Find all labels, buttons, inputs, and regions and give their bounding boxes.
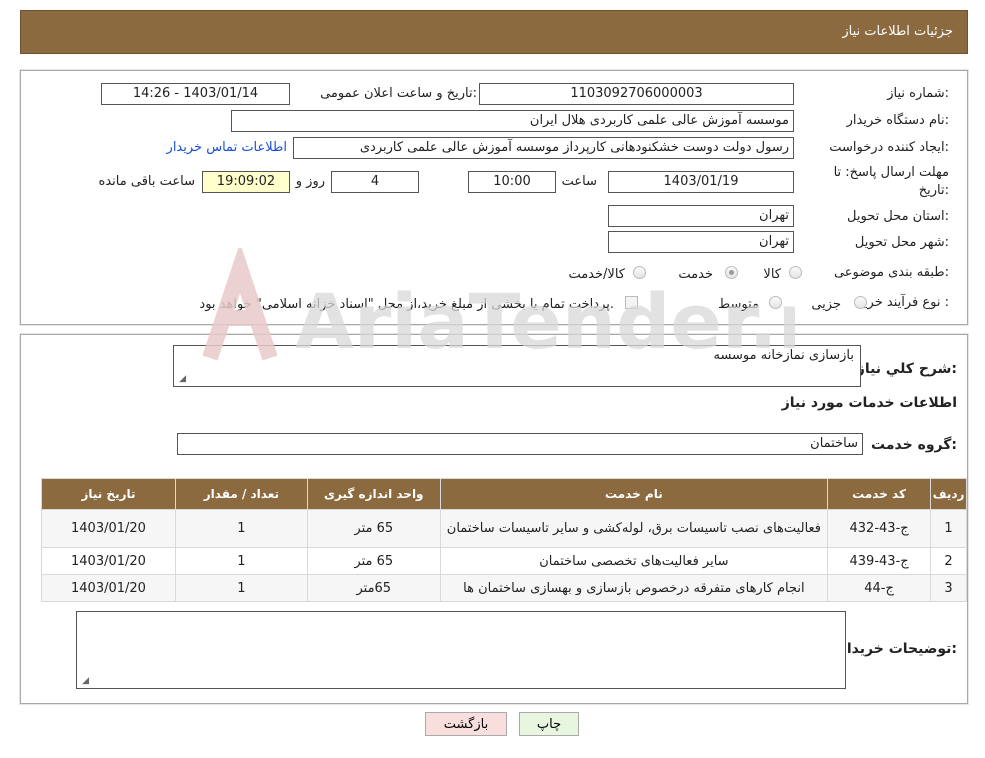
- col-row: ردیف: [930, 478, 967, 510]
- process-small-radio[interactable]: [854, 296, 867, 309]
- buyer-notes-label: توضیحات خریدار:: [838, 641, 957, 657]
- hour-label: ساعت: [561, 174, 597, 189]
- resize-grip-icon[interactable]: ◢: [79, 676, 89, 686]
- cell-unit: 65متر: [306, 574, 441, 602]
- province-label: استان محل تحویل:: [847, 209, 949, 224]
- page-header: جزئیات اطلاعات نیاز: [20, 10, 968, 54]
- need-number-field: 1103092706000003: [479, 83, 794, 105]
- services-title: اطلاعات خدمات مورد نیاز: [781, 395, 957, 411]
- cell-row: 3: [930, 574, 967, 602]
- back-button[interactable]: بازگشت: [425, 712, 507, 736]
- category-both-label: کالا/خدمت: [568, 267, 625, 282]
- payment-note: پرداخت تمام یا بخشی از مبلغ خرید،از محل …: [199, 297, 614, 312]
- category-both-radio[interactable]: [633, 266, 646, 279]
- category-goods-radio[interactable]: [789, 266, 802, 279]
- col-code: کد خدمت: [827, 478, 932, 510]
- remaining-label: ساعت باقی مانده: [98, 174, 195, 189]
- table-row: 3 ج-44 انجام کارهای متفرقه درخصوص بازساز…: [41, 574, 967, 602]
- process-medium-radio[interactable]: [769, 296, 782, 309]
- summary-text: بازسازی نمازخانه موسسه: [713, 348, 854, 363]
- cell-name: انجام کارهای متفرقه درخصوص بازسازی و بهس…: [439, 574, 829, 602]
- creator-field: رسول دولت دوست خشکنودهانی کارپرداز موسسه…: [293, 137, 794, 159]
- days-field: 4: [331, 171, 419, 193]
- cell-qty: 1: [174, 509, 308, 548]
- process-small-label: جزیی: [811, 297, 841, 312]
- service-group-label: گروه خدمت:: [871, 437, 957, 453]
- col-date: تاریخ نیاز: [41, 478, 176, 510]
- buyer-org-label: نام دستگاه خریدار:: [846, 113, 949, 128]
- category-goods-label: کالا: [763, 267, 781, 282]
- resize-grip-icon[interactable]: ◢: [176, 374, 186, 384]
- process-label: نوع فرآیند خرید :: [857, 295, 949, 310]
- print-button[interactable]: چاپ: [519, 712, 579, 736]
- col-qty: تعداد / مقدار: [174, 478, 308, 510]
- cell-row: 2: [930, 547, 967, 575]
- cell-qty: 1: [174, 574, 308, 602]
- page-title: جزئیات اطلاعات نیاز: [842, 24, 953, 39]
- buyer-org-field: موسسه آموزش عالی علمی کاربردی هلال ایران: [231, 110, 794, 132]
- announce-label: تاریخ و ساعت اعلان عمومی:: [320, 86, 477, 101]
- cell-date: 1403/01/20: [41, 574, 176, 602]
- category-service-label: خدمت: [678, 267, 713, 282]
- deadline-date-field: 1403/01/19: [608, 171, 794, 193]
- cell-name: فعالیت‌های نصب تاسیسات برق، لوله‌کشی و س…: [439, 509, 829, 548]
- table-header-row: ردیف کد خدمت نام خدمت واحد اندازه گیری ت…: [41, 478, 967, 510]
- cell-name: سایر فعالیت‌های تخصصی ساختمان: [439, 547, 829, 575]
- cell-row: 1: [930, 509, 967, 548]
- cell-qty: 1: [174, 547, 308, 575]
- cell-code: ج-43-432: [827, 509, 932, 548]
- table-row: 1 ج-43-432 فعالیت‌های نصب تاسیسات برق، ل…: [41, 509, 967, 548]
- summary-label: شرح کلي نياز:: [856, 361, 957, 377]
- buyer-notes-textarea[interactable]: ◢: [76, 611, 846, 689]
- creator-label: ایجاد کننده درخواست:: [829, 140, 949, 155]
- treasury-checkbox[interactable]: [625, 296, 638, 309]
- city-label: شهر محل تحویل:: [854, 235, 949, 250]
- col-name: نام خدمت: [439, 478, 829, 510]
- buyer-contact-link[interactable]: اطلاعات تماس خریدار: [167, 140, 287, 155]
- need-info-panel: شماره نیاز: 1103092706000003 تاریخ و ساع…: [20, 70, 968, 325]
- city-field: تهران: [608, 231, 794, 253]
- remaining-time-field: 19:09:02: [202, 171, 290, 193]
- deadline-time-field: 10:00: [468, 171, 556, 193]
- table-row: 2 ج-43-439 سایر فعالیت‌های تخصصی ساختمان…: [41, 547, 967, 575]
- cell-unit: 65 متر: [306, 547, 441, 575]
- cell-code: ج-44: [827, 574, 932, 602]
- service-group-field: ساختمان: [177, 433, 863, 455]
- deadline-label-1: مهلت ارسال پاسخ: تا: [833, 165, 949, 180]
- province-field: تهران: [608, 205, 794, 227]
- details-panel: شرح کلي نياز: بازسازی نمازخانه موسسه ◢ ا…: [20, 334, 968, 704]
- announce-field: 1403/01/14 - 14:26: [101, 83, 290, 105]
- days-label: روز و: [295, 174, 325, 189]
- col-unit: واحد اندازه گیری: [306, 478, 441, 510]
- need-number-label: شماره نیاز:: [887, 86, 949, 101]
- summary-textarea[interactable]: بازسازی نمازخانه موسسه ◢: [173, 345, 861, 387]
- cell-code: ج-43-439: [827, 547, 932, 575]
- cell-date: 1403/01/20: [41, 509, 176, 548]
- cell-unit: 65 متر: [306, 509, 441, 548]
- category-label: طبقه بندی موضوعی:: [833, 265, 949, 280]
- services-table: ردیف کد خدمت نام خدمت واحد اندازه گیری ت…: [41, 478, 967, 602]
- category-service-radio[interactable]: [725, 266, 738, 279]
- process-medium-label: متوسط: [718, 297, 759, 312]
- deadline-label-2: تاریخ:: [918, 183, 949, 198]
- cell-date: 1403/01/20: [41, 547, 176, 575]
